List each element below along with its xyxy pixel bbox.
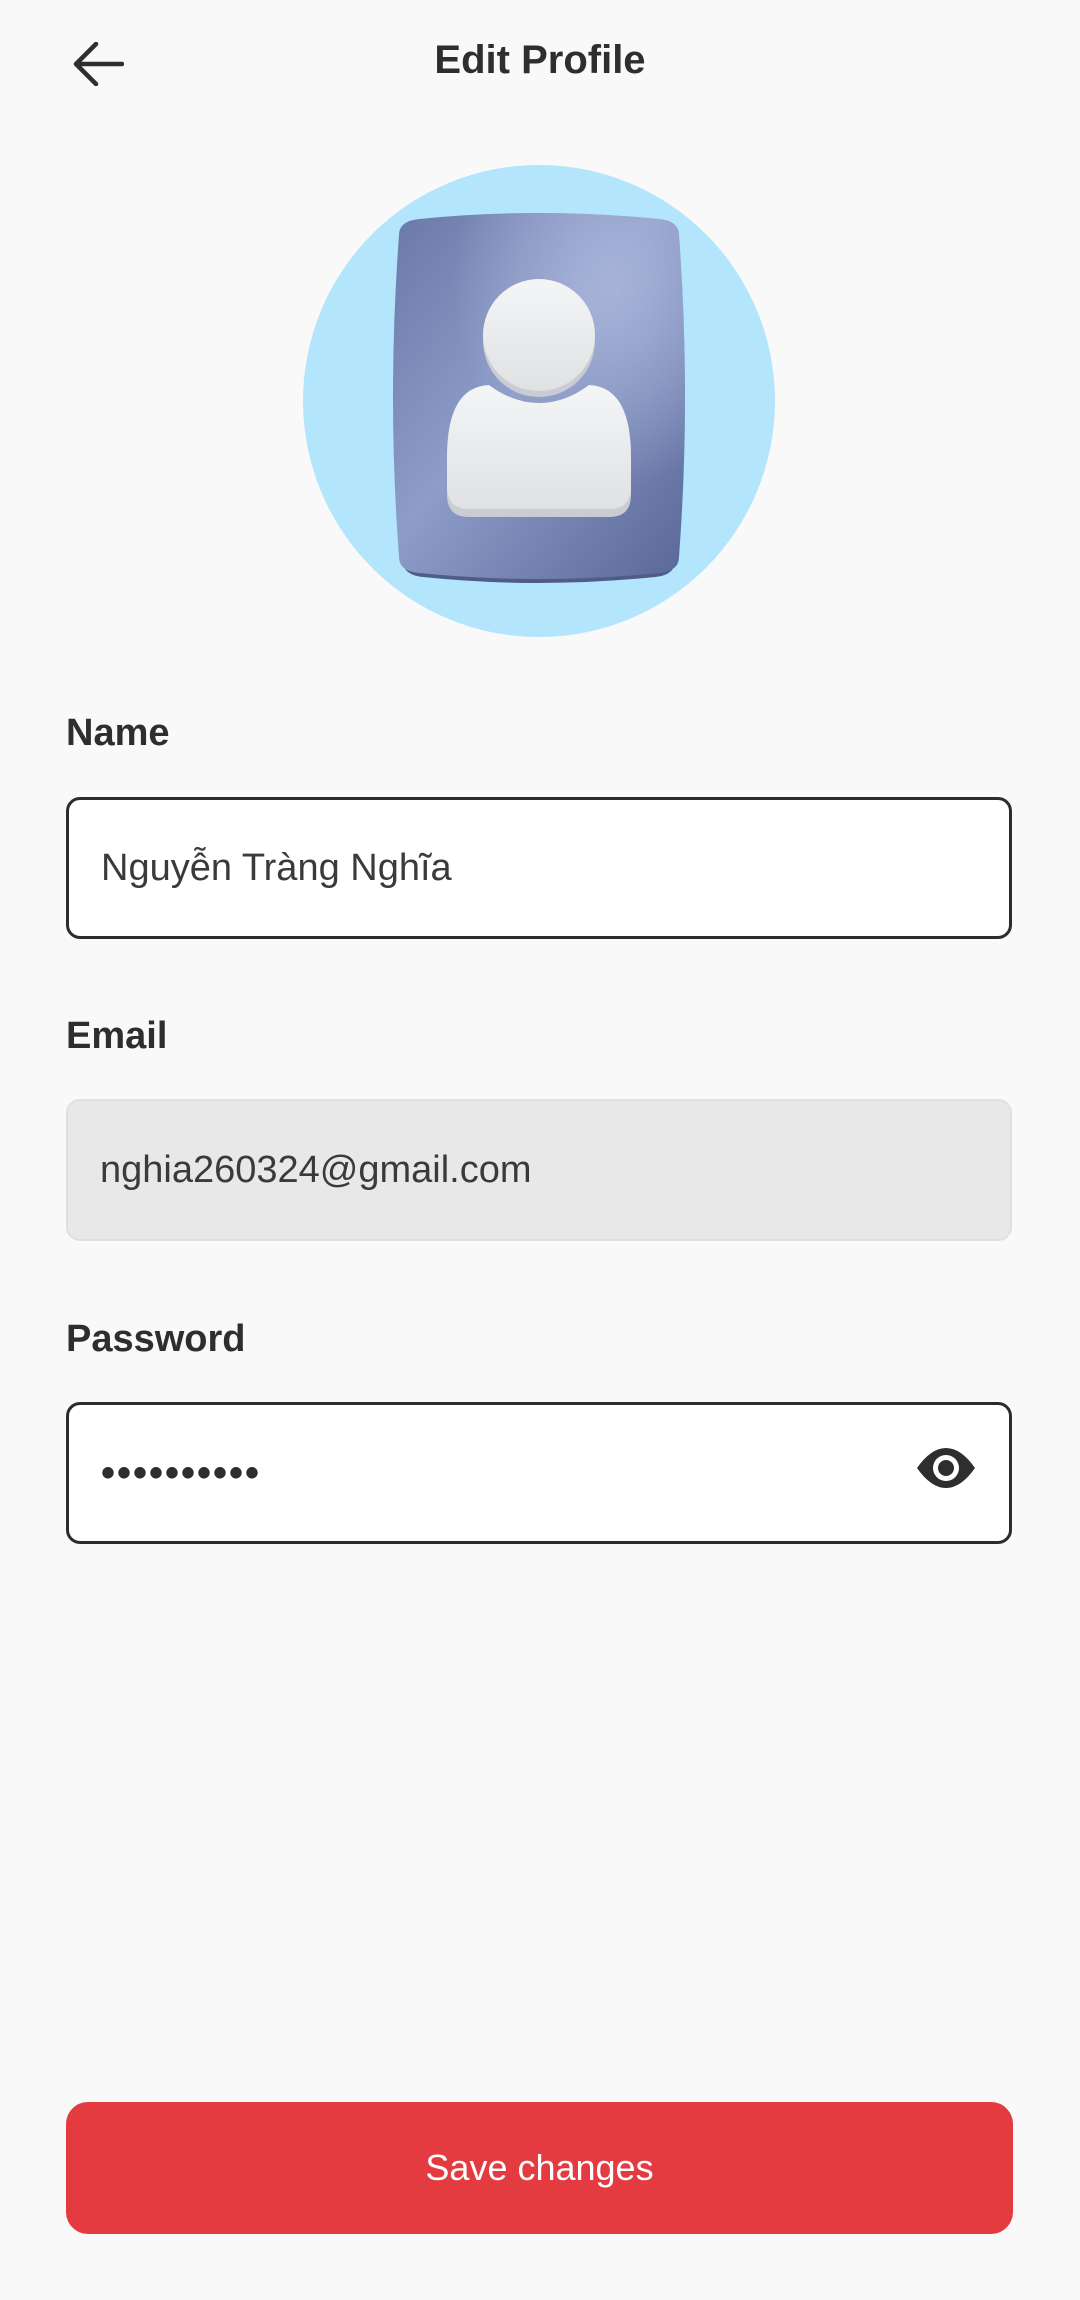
email-value: nghia260324@gmail.com xyxy=(100,1148,532,1191)
eye-icon xyxy=(915,1446,977,1500)
name-label: Name xyxy=(66,712,170,754)
email-label: Email xyxy=(66,1015,168,1057)
profile-avatar[interactable] xyxy=(303,165,775,637)
toggle-password-visibility-button[interactable] xyxy=(913,1440,979,1506)
app-header: Edit Profile xyxy=(0,0,1080,130)
name-value: Nguyễn Tràng Nghĩa xyxy=(101,846,452,889)
user-avatar-icon xyxy=(393,213,685,583)
email-field: nghia260324@gmail.com xyxy=(66,1099,1012,1241)
page-title: Edit Profile xyxy=(434,38,646,82)
password-value: •••••••••• xyxy=(101,1450,262,1495)
save-changes-button[interactable]: Save changes xyxy=(66,2102,1013,2234)
password-label: Password xyxy=(66,1318,246,1360)
name-field[interactable]: Nguyễn Tràng Nghĩa xyxy=(66,797,1012,939)
password-field[interactable]: •••••••••• xyxy=(66,1402,1012,1544)
